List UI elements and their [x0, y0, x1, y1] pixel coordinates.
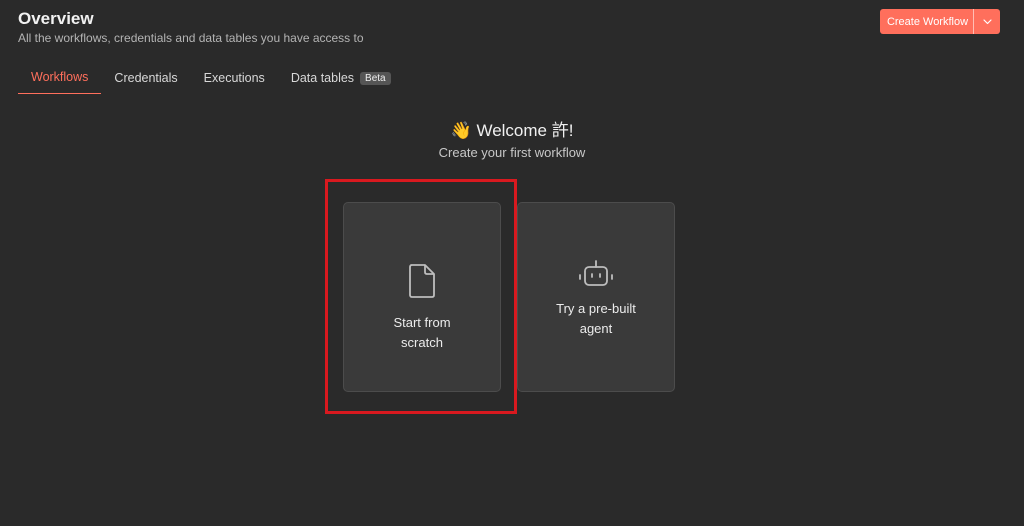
- welcome-subtitle: Create your first workflow: [438, 145, 586, 160]
- robot-icon: [579, 260, 613, 286]
- file-icon: [409, 264, 435, 298]
- page-header: Overview All the workflows, credentials …: [18, 9, 364, 45]
- pre-built-agent-card[interactable]: Try a pre-built agent: [517, 202, 675, 392]
- waving-hand-icon: 👋: [450, 121, 472, 140]
- chevron-down-icon: [982, 18, 992, 24]
- beta-badge: Beta: [360, 71, 391, 85]
- tab-label: Credentials: [114, 71, 178, 85]
- tab-credentials[interactable]: Credentials: [101, 71, 190, 94]
- tab-bar: Workflows Credentials Executions Data ta…: [18, 66, 404, 94]
- create-workflow-button-group: Create Workflow: [880, 9, 1000, 34]
- create-workflow-dropdown-button[interactable]: [974, 9, 1000, 34]
- tab-label: Data tables: [290, 71, 355, 85]
- tab-label: Executions: [203, 71, 265, 85]
- card-label: Try a pre-built agent: [556, 301, 636, 336]
- tab-executions[interactable]: Executions: [191, 71, 278, 94]
- tab-workflows[interactable]: Workflows: [18, 70, 102, 94]
- welcome-title: Welcome 許!: [476, 121, 574, 140]
- create-workflow-button[interactable]: Create Workflow: [880, 9, 973, 34]
- tab-data-tables[interactable]: Data tables Beta: [278, 71, 404, 94]
- welcome-heading: 👋 Welcome 許!: [0, 116, 1024, 141]
- start-from-scratch-card[interactable]: Start from scratch: [343, 202, 501, 392]
- page-title: Overview: [18, 9, 94, 28]
- page-subtitle: All the workflows, credentials and data …: [18, 31, 364, 45]
- tab-label: Workflows: [31, 70, 89, 84]
- card-label: Start from scratch: [393, 315, 451, 350]
- overview-page: Overview All the workflows, credentials …: [0, 0, 1024, 526]
